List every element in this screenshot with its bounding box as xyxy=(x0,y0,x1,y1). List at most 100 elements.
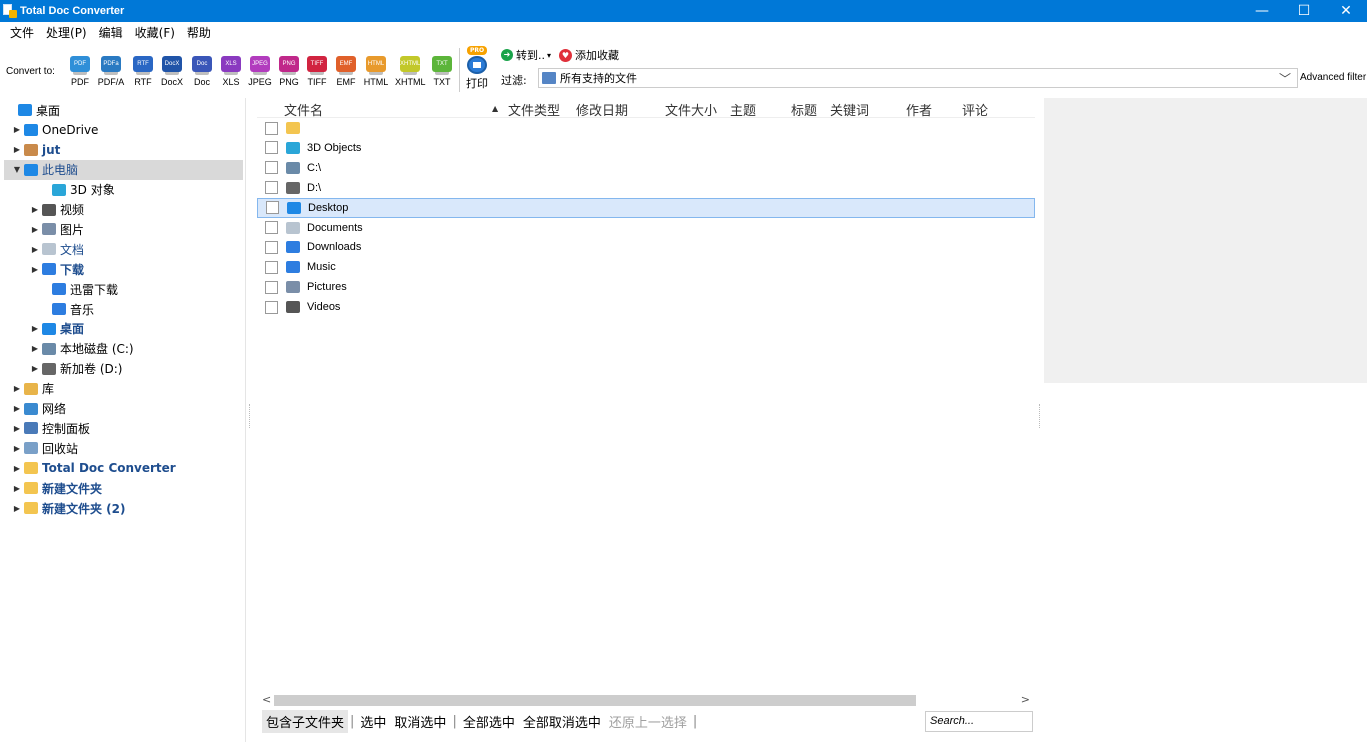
print-button[interactable]: PRO 打印 xyxy=(462,46,492,91)
col-comments[interactable]: 评论 xyxy=(962,100,988,119)
col-file-size[interactable]: 文件大小 xyxy=(665,100,717,119)
row-checkbox[interactable] xyxy=(265,181,278,195)
tree-item[interactable]: ▶ 新建文件夹 xyxy=(12,478,102,498)
advanced-filter-link[interactable]: Advanced filter xyxy=(1300,72,1366,83)
tree-item[interactable]: 3D 对象 xyxy=(40,180,115,200)
minimize-button[interactable]: — xyxy=(1241,0,1283,22)
row-checkbox[interactable] xyxy=(265,260,278,274)
convert-rtf-button[interactable]: RTF RTF xyxy=(128,56,158,87)
tree-item[interactable]: ▶ jut xyxy=(12,140,60,160)
expand-arrow-icon[interactable]: ▶ xyxy=(30,265,40,274)
expanded-arrow-icon[interactable]: ▼ xyxy=(12,165,22,174)
expand-arrow-icon[interactable]: ▶ xyxy=(12,444,22,453)
tree-item[interactable]: 桌面 xyxy=(6,100,60,120)
horizontal-scrollbar[interactable]: < > xyxy=(257,693,1035,707)
convert-emf-button[interactable]: EMF EMF xyxy=(331,56,361,87)
tree-item[interactable]: ▶ 视频 xyxy=(30,200,84,220)
expand-arrow-icon[interactable]: ▶ xyxy=(30,225,40,234)
scroll-right-icon[interactable]: > xyxy=(1021,693,1030,706)
col-filename[interactable]: 文件名 xyxy=(284,100,323,119)
col-subject[interactable]: 主题 xyxy=(730,100,756,119)
filter-select[interactable]: 所有支持的文件 ﹀ xyxy=(538,68,1298,88)
menu-process[interactable]: 处理(P) xyxy=(40,24,93,41)
menu-favorites[interactable]: 收藏(F) xyxy=(129,24,181,41)
goto-dropdown-icon[interactable]: ▾ xyxy=(547,51,551,60)
maximize-button[interactable]: ☐ xyxy=(1283,0,1325,22)
expand-arrow-icon[interactable]: ▶ xyxy=(12,504,22,513)
search-input[interactable]: Search... xyxy=(925,711,1033,732)
expand-arrow-icon[interactable]: ▶ xyxy=(12,484,22,493)
tree-item[interactable]: 音乐 xyxy=(40,299,94,319)
tree-item[interactable]: ▶ 回收站 xyxy=(12,438,78,458)
splitter-handle[interactable] xyxy=(249,404,252,428)
file-row[interactable]: Downloads xyxy=(257,237,1035,257)
col-modified-date[interactable]: 修改日期 xyxy=(576,100,628,119)
tree-item[interactable]: ▶ Total Doc Converter xyxy=(12,458,176,478)
include-subfolders-toggle[interactable]: 包含子文件夹 xyxy=(262,709,349,733)
row-checkbox[interactable] xyxy=(265,280,278,294)
expand-arrow-icon[interactable]: ▶ xyxy=(30,364,40,373)
row-checkbox[interactable] xyxy=(265,240,278,254)
convert-xls-button[interactable]: XLS XLS xyxy=(216,56,246,87)
scroll-left-icon[interactable]: < xyxy=(262,693,271,706)
tree-item[interactable]: ▶ 新建文件夹 (2) xyxy=(12,498,126,518)
chevron-down-icon[interactable]: ﹀ xyxy=(1279,70,1291,87)
row-checkbox[interactable] xyxy=(265,221,278,234)
select-all-button[interactable]: 全部选中 xyxy=(459,710,519,733)
file-row[interactable]: Pictures xyxy=(257,277,1035,297)
row-checkbox[interactable] xyxy=(265,161,278,175)
tree-item[interactable]: ▶ 文档 xyxy=(30,239,84,259)
convert-docx-button[interactable]: DocX DocX xyxy=(157,56,187,87)
convert-pdf-button[interactable]: PDF PDF xyxy=(65,56,95,87)
expand-arrow-icon[interactable]: ▶ xyxy=(12,145,22,154)
convert-txt-button[interactable]: TXT TXT xyxy=(427,56,457,87)
row-checkbox[interactable] xyxy=(265,141,278,155)
select-button[interactable]: 选中 xyxy=(356,710,390,733)
expand-arrow-icon[interactable]: ▶ xyxy=(12,404,22,413)
expand-arrow-icon[interactable]: ▶ xyxy=(30,344,40,353)
convert-jpeg-button[interactable]: JPEG JPEG xyxy=(245,56,275,87)
tree-item[interactable]: ▶ 库 xyxy=(12,379,54,399)
tree-item[interactable]: ▶ 网络 xyxy=(12,399,66,419)
tree-item[interactable]: ▶ 下载 xyxy=(30,259,84,279)
menu-help[interactable]: 帮助 xyxy=(181,24,217,41)
convert-pdf-a-button[interactable]: PDFa PDF/A xyxy=(96,56,126,87)
file-row[interactable]: Music xyxy=(257,257,1035,277)
row-checkbox[interactable] xyxy=(265,121,278,135)
tree-item[interactable]: ▶ 新加卷 (D:) xyxy=(30,359,123,379)
deselect-all-button[interactable]: 全部取消选中 xyxy=(519,710,605,733)
file-row[interactable]: Videos xyxy=(257,297,1035,317)
convert-xhtml-button[interactable]: XHTML XHTML xyxy=(395,56,426,87)
expand-arrow-icon[interactable]: ▶ xyxy=(30,245,40,254)
file-row[interactable] xyxy=(257,118,1035,138)
file-row[interactable]: Documents xyxy=(257,218,1035,238)
convert-html-button[interactable]: HTML HTML xyxy=(361,56,391,87)
expand-arrow-icon[interactable]: ▶ xyxy=(12,464,22,473)
file-row[interactable]: D:\ xyxy=(257,178,1035,198)
expand-arrow-icon[interactable]: ▶ xyxy=(12,384,22,393)
col-file-type[interactable]: 文件类型 xyxy=(508,100,560,119)
col-keywords[interactable]: 关键词 xyxy=(830,100,869,119)
scroll-thumb[interactable] xyxy=(274,695,916,706)
tree-item[interactable]: ▶ 图片 xyxy=(30,219,84,239)
undo-selection-button[interactable]: 还原上一选择 xyxy=(605,710,691,733)
tree-item[interactable]: ▶ OneDrive xyxy=(12,120,99,140)
col-title[interactable]: 标题 xyxy=(791,100,817,119)
tree-item[interactable]: ▶ 桌面 xyxy=(30,319,84,339)
splitter-handle[interactable] xyxy=(1039,404,1042,428)
convert-doc-button[interactable]: Doc Doc xyxy=(187,56,217,87)
expand-arrow-icon[interactable]: ▶ xyxy=(30,324,40,333)
row-checkbox[interactable] xyxy=(265,300,278,314)
convert-png-button[interactable]: PNG PNG xyxy=(274,56,304,87)
menu-edit[interactable]: 编辑 xyxy=(93,24,129,41)
file-row[interactable]: C:\ xyxy=(257,158,1035,178)
tree-item[interactable]: ▼ 此电脑 xyxy=(4,159,243,180)
tree-item[interactable]: 迅雷下载 xyxy=(40,279,118,299)
deselect-button[interactable]: 取消选中 xyxy=(390,710,450,733)
col-author[interactable]: 作者 xyxy=(906,100,932,119)
expand-arrow-icon[interactable]: ▶ xyxy=(12,424,22,433)
menu-file[interactable]: 文件 xyxy=(4,24,40,41)
expand-arrow-icon[interactable]: ▶ xyxy=(12,125,22,134)
file-row[interactable]: Desktop xyxy=(257,197,1035,218)
close-button[interactable]: ✕ xyxy=(1325,0,1367,22)
